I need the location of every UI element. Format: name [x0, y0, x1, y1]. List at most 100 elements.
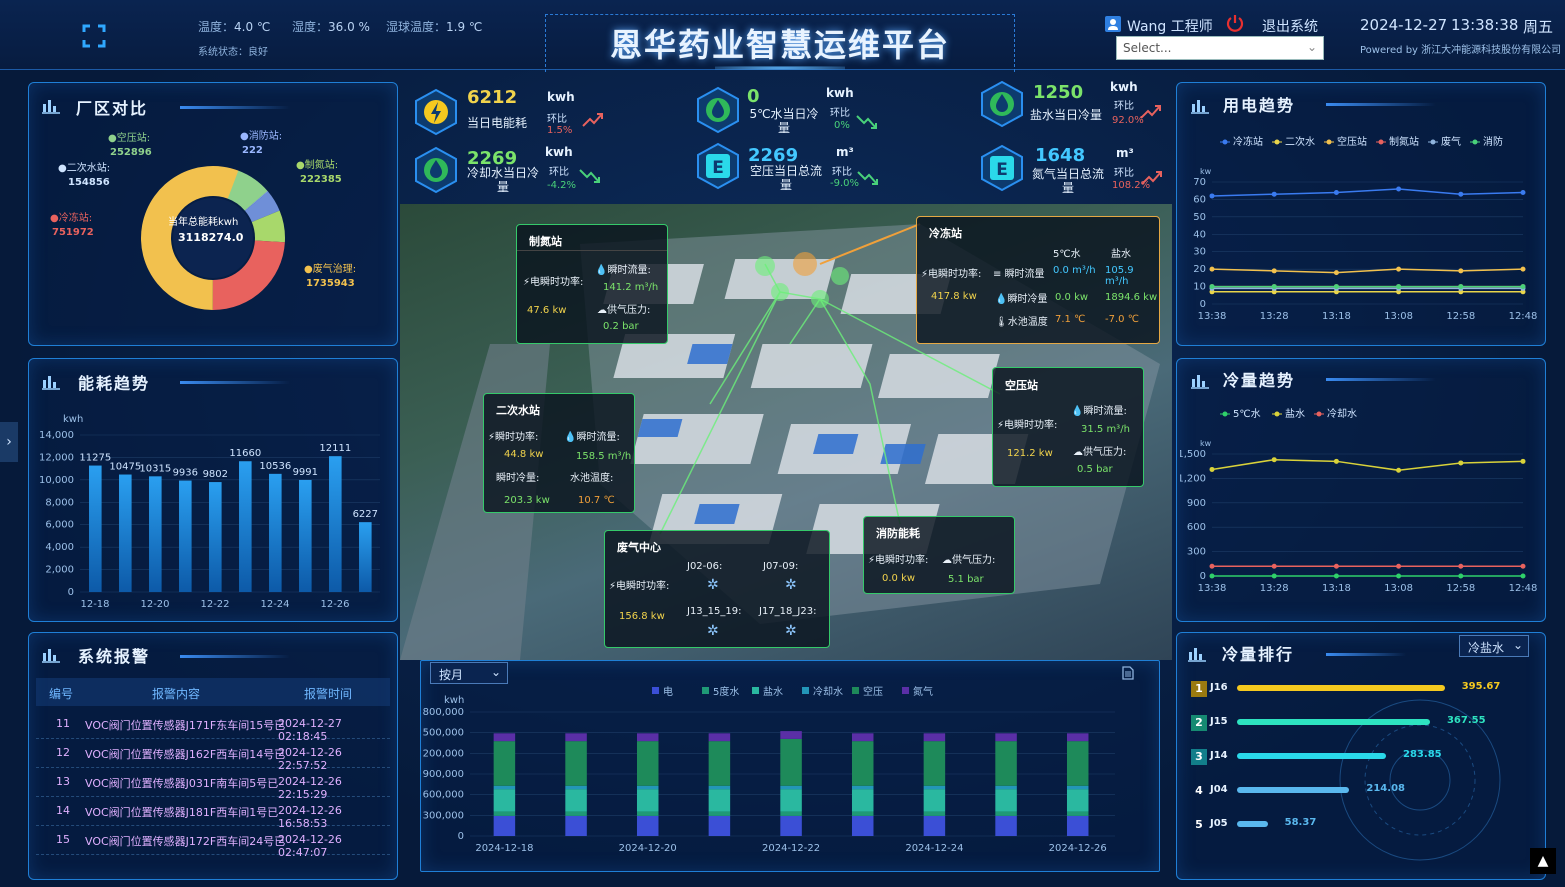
cool-line-chart: 5℃水 盐水 冷却水 kw 0 300 600 900 1,200 1,500 13:38 13:28… [1180, 407, 1537, 594]
bar-segment [851, 789, 874, 812]
stat-value: 0 [747, 86, 760, 107]
period-select[interactable]: 按月 ⌄ [430, 662, 508, 684]
title-glow [715, 66, 845, 70]
legend-label: 冷却水 [813, 685, 843, 698]
data-point [1271, 268, 1277, 274]
data-point [1209, 466, 1215, 472]
bar-segment [995, 741, 1017, 786]
water-drop-icon [981, 80, 1023, 128]
side-expand-button[interactable]: › [0, 422, 18, 462]
tick-label: 13:38 [1198, 583, 1227, 594]
station-name: 废气中心 [617, 541, 661, 554]
data-point [1271, 457, 1277, 463]
station-air-compressor[interactable]: 空压站 ⚡电瞬时功率: 121.2 kw 💧瞬时流量: 31.5 m³/h ☁供… [992, 367, 1144, 487]
tick-label: 0 [68, 587, 74, 598]
bar-segment [780, 731, 802, 739]
table-row[interactable]: 14 VOC阀门位置传感器J181F西车间1号已 2024-12-26 16:58:… [36, 797, 390, 830]
tick-label: 600,000 [423, 790, 464, 801]
pressure-value: 0.5 bar [1077, 464, 1113, 475]
bar-segment [493, 741, 516, 786]
alarm-table-body[interactable]: 11 VOC阀门位置传感器J171F东车间15号已 2024-12-27 02:18… [36, 710, 390, 875]
slice-label-nitrogen: ●制氮站: [296, 160, 339, 171]
fan-label-1: J02-06: [687, 561, 723, 572]
trend-down-icon [857, 171, 878, 185]
power-value: 417.8 kw [931, 291, 977, 302]
stat-hb-label: 环比 [549, 167, 569, 178]
bar-segment [565, 789, 587, 812]
data-point [1209, 573, 1215, 579]
series-line [1211, 188, 1524, 197]
axis-label: kw [1200, 167, 1212, 176]
tick-label: 12:58 [1446, 311, 1475, 322]
bar-segment [565, 811, 587, 816]
stat-hb-value: -4.2% [547, 180, 577, 191]
document-icon[interactable] [1122, 666, 1134, 680]
weather-humidity: 湿度：36.0 % [292, 20, 370, 34]
data-label: 10475 [109, 462, 141, 473]
temp-label: 水池温度: [570, 473, 614, 484]
alarm-col-time: 报警时间 [304, 687, 353, 701]
fullscreen-icon[interactable] [82, 24, 106, 48]
bar [299, 479, 312, 592]
rank-item: 4 J04 214.08 [1190, 782, 1520, 802]
title-underline [180, 655, 290, 658]
data-point [1396, 563, 1402, 569]
rank-badge: 1 [1191, 681, 1207, 697]
bar-segment [636, 815, 659, 836]
station-chiller[interactable]: 冷冻站 5℃水 盐水 ⚡电瞬时功率: 417.8 kw ≡ 瞬时流量 0.0 m… [916, 216, 1160, 344]
header-select[interactable]: Select... ⌄ [1116, 36, 1324, 60]
page-title: 恩华药业智慧运维平台 [609, 26, 950, 64]
col-5c-water: 5℃水 [1053, 249, 1081, 260]
scroll-top-button[interactable]: ▲ [1530, 848, 1556, 874]
bar-segment [636, 789, 659, 812]
bar-segment [995, 815, 1017, 836]
temp-label: 🌡水池温度 [995, 317, 1048, 328]
legend-label: 冷却水 [1327, 407, 1357, 420]
station-secondary-water[interactable]: 二次水站 ⚡瞬时功率: 44.8 kw 💧瞬时流量: 158.5 m³/h 瞬时… [483, 393, 635, 513]
bar-segment [923, 733, 946, 742]
pressure-value: 0.2 bar [603, 321, 639, 332]
data-point [1209, 284, 1215, 290]
station-exhaust-center[interactable]: 废气中心 ⚡电瞬时功率: 156.8 kw J02-06: ✲ J07-09: … [604, 530, 830, 648]
tick-label: 300 [1187, 547, 1206, 558]
station-nitrogen[interactable]: 制氮站 ⚡电瞬时功率: 47.6 kw 💧瞬时流量: 141.2 m³/h ☁供… [516, 224, 668, 344]
e-letter-icon: E [981, 144, 1023, 192]
tick-label: 50 [1193, 212, 1206, 223]
logout-button[interactable]: 退出系统 [1262, 16, 1318, 36]
power-value: 47.6 kw [527, 305, 567, 316]
table-row[interactable]: 13 VOC阀门位置传感器J031F南车间5号已 2024-12-26 22:15:… [36, 768, 390, 801]
stat-hb-label: 环比 [830, 108, 850, 119]
data-point [1396, 467, 1402, 473]
table-row[interactable]: 15 VOC阀门位置传感器J172F西车间24号已 2024-12-26 02:47… [36, 826, 390, 859]
rank-select[interactable]: 冷盐水 ⌄ [1459, 635, 1529, 657]
alarm-col-id: 编号 [49, 687, 74, 701]
table-row[interactable]: 11 VOC阀门位置传感器J171F东车间15号已 2024-12-27 02:18… [36, 710, 390, 743]
cool-rank-list: 1 J16 395.67 2 J15 367.55 3 J14 283.85 4 J04 214.08… [1190, 680, 1520, 840]
data-point [1520, 563, 1526, 569]
pressure-label: ☁供气压力: [1073, 447, 1127, 458]
power-icon[interactable] [1226, 14, 1244, 32]
stat-value: 6212 [467, 87, 518, 108]
flow-value: 31.5 m³/h [1081, 424, 1130, 435]
tick-label: 13:28 [1260, 311, 1289, 322]
bar-segment [923, 789, 946, 812]
power-label: ⚡电瞬时功率: [523, 277, 584, 288]
legend-label: 二次水 [1285, 135, 1315, 148]
tick-label: 200,000 [423, 748, 464, 759]
stat-hb-value: 0% [834, 120, 850, 131]
chevron-down-icon: ⌄ [1306, 40, 1317, 54]
legend-label: 冷冻站 [1233, 135, 1263, 148]
tick-label: 13:18 [1322, 311, 1351, 322]
station-fire[interactable]: 消防能耗 ⚡电瞬时功率: 0.0 kw ☁供气压力: 5.1 bar [863, 516, 1015, 594]
stat-value: 1250 [1033, 82, 1084, 103]
weather-wetbulb: 湿球温度：1.9 ℃ [386, 20, 483, 34]
bar-segment [851, 741, 874, 786]
stat-label: 当日电能耗 [467, 116, 528, 130]
bar-chart-icon [42, 376, 60, 390]
legend-label: 空压 [863, 685, 883, 698]
user-name[interactable]: Wang 工程师 [1127, 16, 1213, 36]
rank-value: 58.37 [1284, 817, 1317, 828]
bar-segment [995, 733, 1017, 742]
stat-hb-value: -9.0% [830, 178, 860, 189]
table-row[interactable]: 12 VOC阀门位置传感器J162F西车间14号已 2024-12-26 22:57… [36, 739, 390, 772]
